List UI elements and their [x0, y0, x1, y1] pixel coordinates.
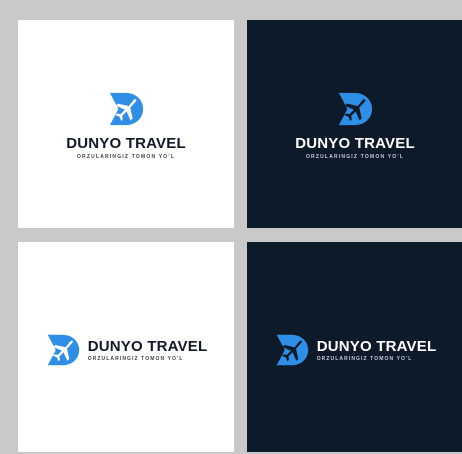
brand-name: DUNYO TRAVEL: [316, 337, 437, 355]
logo-panel-stacked-light: DUNYO TRAVEL ORZULARINGIZ TOMON YO'L: [18, 20, 234, 228]
brand-name: DUNYO TRAVEL: [87, 337, 208, 355]
brand-tagline: ORZULARINGIZ TOMON YO'L: [76, 154, 176, 160]
brand-tagline: ORZULARINGIZ TOMON YO'L: [305, 154, 405, 160]
brand-tagline: ORZULARINGIZ TOMON YO'L: [87, 355, 184, 362]
d-plane-icon: [47, 334, 79, 366]
brand-name: DUNYO TRAVEL: [295, 135, 415, 152]
logo-lockup: DUNYO TRAVEL ORZULARINGIZ TOMON YO'L: [247, 90, 462, 161]
d-plane-icon: [109, 92, 144, 126]
d-plane-icon: [276, 334, 308, 366]
brand-tagline: ORZULARINGIZ TOMON YO'L: [316, 355, 413, 362]
logo-panel-horizontal-light: DUNYO TRAVEL ORZULARINGIZ TOMON YO'L: [18, 242, 234, 452]
logo-panel-horizontal-dark: DUNYO TRAVEL ORZULARINGIZ TOMON YO'L: [247, 242, 462, 452]
logo-lockup: DUNYO TRAVEL ORZULARINGIZ TOMON YO'L: [247, 332, 462, 368]
d-plane-icon: [338, 92, 373, 126]
logo-lockup: DUNYO TRAVEL ORZULARINGIZ TOMON YO'L: [18, 332, 234, 368]
logo-panel-stacked-dark: DUNYO TRAVEL ORZULARINGIZ TOMON YO'L: [247, 20, 462, 228]
logo-lockup: DUNYO TRAVEL ORZULARINGIZ TOMON YO'L: [18, 90, 234, 161]
logo-wordmark: DUNYO TRAVEL ORZULARINGIZ TOMON YO'L: [88, 338, 208, 363]
brand-name: DUNYO TRAVEL: [66, 135, 186, 152]
logo-wordmark: DUNYO TRAVEL ORZULARINGIZ TOMON YO'L: [317, 338, 437, 363]
